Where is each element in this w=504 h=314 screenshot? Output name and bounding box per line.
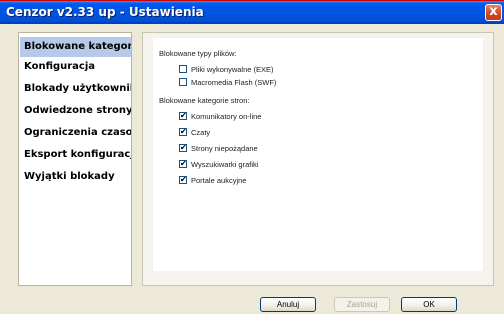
sidebar-item-wyjatki-blokady[interactable]: Wyjątki blokady xyxy=(20,167,131,187)
checkbox-czaty[interactable]: ✔ xyxy=(179,128,187,136)
site-categories-heading: Blokowane kategorie stron: xyxy=(159,96,250,105)
checkbox-aukcyjne-label: Portale aukcyjne xyxy=(191,176,247,185)
title-bar[interactable]: Cenzor v2.33 up - Ustawienia x xyxy=(0,0,504,24)
sidebar-item-odwiedzone-strony[interactable]: Odwiedzone strony xyxy=(20,101,131,121)
sidebar-item-eksport-konfiguracji[interactable]: Eksport konfiguracji xyxy=(20,145,131,165)
checkbox-swf[interactable] xyxy=(179,78,187,86)
checkbox-exe[interactable] xyxy=(179,65,187,73)
apply-button[interactable]: Zastosuj xyxy=(334,297,390,312)
cancel-button[interactable]: Anuluj xyxy=(260,297,316,312)
checkbox-niepozadane-label: Strony niepożądane xyxy=(191,144,258,153)
checkbox-swf-label: Macromedia Flash (SWF) xyxy=(191,78,277,87)
settings-panel-inner: Blokowane typy plików: Pliki wykonywalne… xyxy=(153,38,483,271)
close-icon[interactable]: x xyxy=(485,4,502,21)
window-title: Cenzor v2.33 up - Ustawienia xyxy=(6,5,204,19)
checkbox-niepozadane[interactable]: ✔ xyxy=(179,144,187,152)
sidebar-item-konfiguracja[interactable]: Konfiguracja xyxy=(20,57,131,77)
checkbox-komunikatory-label: Komunikatory on-line xyxy=(191,112,262,121)
sidebar-item-blokowane-kategorie[interactable]: Blokowane kategorie xyxy=(20,37,131,57)
checkbox-exe-label: Pliki wykonywalne (EXE) xyxy=(191,65,274,74)
sidebar-item-ograniczenia-czasowe[interactable]: Ograniczenia czasowe xyxy=(20,123,131,143)
category-sidebar: Blokowane kategorie Konfiguracja Blokady… xyxy=(18,32,132,286)
file-types-heading: Blokowane typy plików: xyxy=(159,49,237,58)
checkbox-czaty-label: Czaty xyxy=(191,128,211,137)
settings-panel: Blokowane typy plików: Pliki wykonywalne… xyxy=(142,32,494,286)
settings-window: Cenzor v2.33 up - Ustawienia x Blokowane… xyxy=(0,0,504,314)
sidebar-item-blokady-uzytkownika[interactable]: Blokady użytkownika xyxy=(20,79,131,99)
checkbox-wyszukiwarki-label: Wyszukiwarki grafiki xyxy=(191,160,259,169)
checkbox-aukcyjne[interactable]: ✔ xyxy=(179,176,187,184)
checkbox-komunikatory[interactable]: ✔ xyxy=(179,112,187,120)
ok-button[interactable]: OK xyxy=(401,297,457,312)
checkbox-wyszukiwarki[interactable]: ✔ xyxy=(179,160,187,168)
